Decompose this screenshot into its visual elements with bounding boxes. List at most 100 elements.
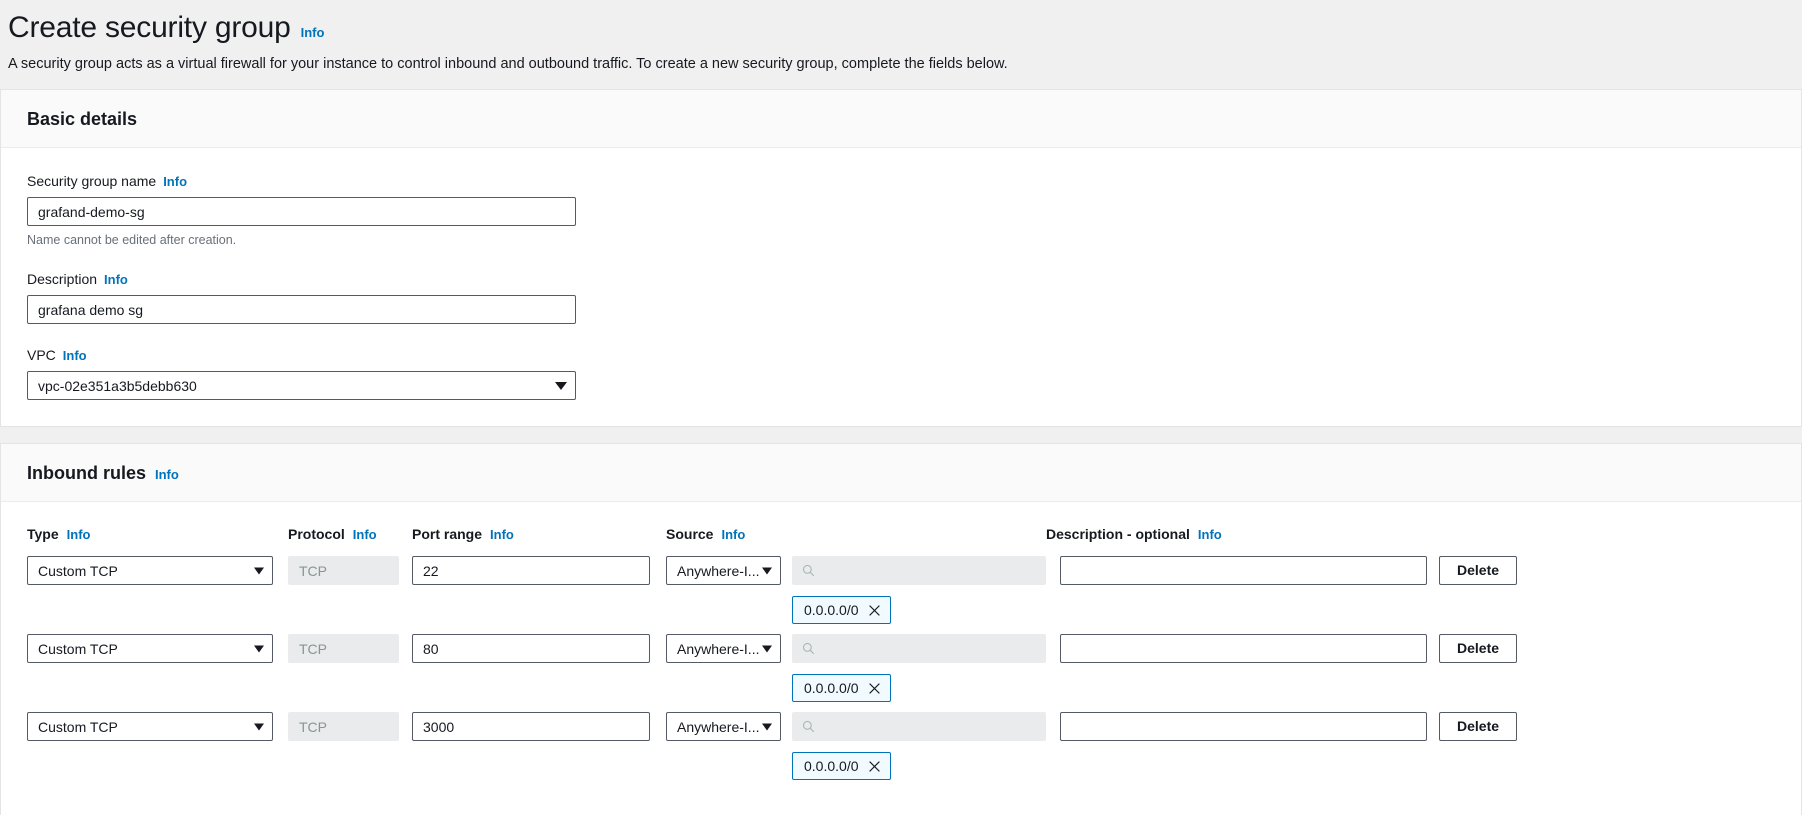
rule-type-select[interactable]: Custom TCP xyxy=(27,556,273,585)
description-label: Description xyxy=(27,271,98,287)
page-title-info-link[interactable]: Info xyxy=(301,25,325,40)
column-header-description: Description - optional Info xyxy=(1046,526,1426,542)
close-icon[interactable] xyxy=(868,760,881,773)
rule-delete-cell: Delete xyxy=(1439,634,1518,663)
vpc-info-link[interactable]: Info xyxy=(63,347,87,365)
column-header-port-range-info-link[interactable]: Info xyxy=(490,527,514,542)
rule-port-input[interactable] xyxy=(412,712,650,741)
rule-type-cell: Custom TCP xyxy=(27,712,273,741)
basic-details-body: Security group name Info Name cannot be … xyxy=(1,148,1801,426)
rule-source-scope-select[interactable]: Anywhere-I... xyxy=(666,634,781,663)
rule-type-value: Custom TCP xyxy=(38,718,118,735)
title-row: Create security group Info xyxy=(8,10,1794,46)
column-header-source-info-link[interactable]: Info xyxy=(721,527,745,542)
description-info-link[interactable]: Info xyxy=(104,271,128,289)
rule-delete-cell: Delete xyxy=(1439,556,1518,585)
inbound-rules-card-inner: Inbound rules Info Type Info Protocol In… xyxy=(0,444,1802,815)
basic-details-header: Basic details xyxy=(1,90,1801,148)
column-header-source-label: Source xyxy=(666,526,714,542)
rule-protocol-value: TCP xyxy=(288,712,399,741)
rules-column-headers: Type Info Protocol Info Port range Info … xyxy=(27,526,1775,556)
rule-source-top: Anywhere-I... xyxy=(666,634,1046,663)
chevron-down-icon xyxy=(762,567,772,574)
rule-port-cell xyxy=(412,634,650,663)
column-header-port-range: Port range Info xyxy=(412,526,666,542)
rule-source-cidr-value: 0.0.0.0/0 xyxy=(804,758,859,774)
rule-type-value: Custom TCP xyxy=(38,562,118,579)
column-header-description-info-link[interactable]: Info xyxy=(1198,527,1222,542)
rule-source-cell: Anywhere-I... 0.0.0.0/0 xyxy=(666,556,1046,624)
rule-type-select[interactable]: Custom TCP xyxy=(27,712,273,741)
column-header-port-range-label: Port range xyxy=(412,526,483,542)
inbound-rules-card: Inbound rules Info Type Info Protocol In… xyxy=(0,443,1802,815)
rule-description-cell xyxy=(1060,556,1427,585)
chevron-down-icon xyxy=(762,723,772,730)
rule-source-scope-select[interactable]: Anywhere-I... xyxy=(666,712,781,741)
security-group-name-info-link[interactable]: Info xyxy=(163,173,187,191)
delete-button[interactable]: Delete xyxy=(1439,556,1518,585)
column-header-type: Type Info xyxy=(27,526,288,542)
chevron-down-icon xyxy=(254,567,264,574)
rule-protocol-cell: TCP xyxy=(288,634,399,663)
rule-description-input[interactable] xyxy=(1060,634,1427,663)
close-icon[interactable] xyxy=(868,604,881,617)
rule-source-scope-select[interactable]: Anywhere-I... xyxy=(666,556,781,585)
rule-source-top: Anywhere-I... xyxy=(666,556,1046,585)
page-header: Create security group Info A security gr… xyxy=(0,0,1802,73)
description-field: Description Info xyxy=(27,270,1775,324)
rule-type-select[interactable]: Custom TCP xyxy=(27,634,273,663)
chevron-down-icon xyxy=(254,645,264,652)
rule-description-input[interactable] xyxy=(1060,556,1427,585)
rule-source-scope-value: Anywhere-I... xyxy=(677,718,760,735)
basic-details-card: Basic details Security group name Info N… xyxy=(0,89,1802,427)
rule-description-cell xyxy=(1060,634,1427,663)
rule-source-search-box[interactable] xyxy=(792,634,1046,663)
column-header-source: Source Info xyxy=(666,526,1046,542)
security-group-name-field: Security group name Info Name cannot be … xyxy=(27,172,1775,248)
create-security-group-page: Create security group Info A security gr… xyxy=(0,0,1802,815)
chevron-down-icon xyxy=(762,645,772,652)
rule-protocol-value: TCP xyxy=(288,634,399,663)
rule-description-cell xyxy=(1060,712,1427,741)
rule-protocol-cell: TCP xyxy=(288,712,399,741)
column-header-type-label: Type xyxy=(27,526,59,542)
chevron-down-icon xyxy=(254,723,264,730)
rule-source-scope-value: Anywhere-I... xyxy=(677,562,760,579)
rule-source-cidr-value: 0.0.0.0/0 xyxy=(804,680,859,696)
inbound-rules-header: Inbound rules Info xyxy=(1,444,1801,502)
inbound-rules-info-link[interactable]: Info xyxy=(155,467,179,482)
rule-source-cidr-token[interactable]: 0.0.0.0/0 xyxy=(792,596,891,624)
vpc-field: VPC Info vpc-02e351a3b5debb630 xyxy=(27,346,1775,400)
rule-port-input[interactable] xyxy=(412,556,650,585)
security-group-name-hint: Name cannot be edited after creation. xyxy=(27,233,237,247)
delete-button[interactable]: Delete xyxy=(1439,712,1518,741)
vpc-select-wrap: vpc-02e351a3b5debb630 xyxy=(27,371,576,400)
rule-source-search-box[interactable] xyxy=(792,556,1046,585)
inbound-rules-body: Type Info Protocol Info Port range Info … xyxy=(1,502,1801,815)
column-header-protocol-label: Protocol xyxy=(288,526,345,542)
rule-description-input[interactable] xyxy=(1060,712,1427,741)
vpc-select[interactable]: vpc-02e351a3b5debb630 xyxy=(27,371,576,400)
column-header-description-label: Description - optional xyxy=(1046,526,1190,542)
close-icon[interactable] xyxy=(868,682,881,695)
vpc-label-row: VPC Info xyxy=(27,346,1775,365)
rule-source-cidr-token[interactable]: 0.0.0.0/0 xyxy=(792,674,891,702)
table-row: Custom TCP TCP Anywhere-I... xyxy=(27,712,1775,780)
description-label-row: Description Info xyxy=(27,270,1775,289)
rule-delete-cell: Delete xyxy=(1439,712,1518,741)
vpc-label: VPC xyxy=(27,347,56,363)
security-group-name-input[interactable] xyxy=(27,197,576,226)
security-group-name-label-row: Security group name Info xyxy=(27,172,1775,191)
column-header-protocol-info-link[interactable]: Info xyxy=(353,527,377,542)
rule-source-cidr-token[interactable]: 0.0.0.0/0 xyxy=(792,752,891,780)
rule-protocol-value: TCP xyxy=(288,556,399,585)
search-icon xyxy=(802,720,815,733)
description-input[interactable] xyxy=(27,295,576,324)
column-header-protocol: Protocol Info xyxy=(288,526,412,542)
rule-port-input[interactable] xyxy=(412,634,650,663)
rule-port-cell xyxy=(412,556,650,585)
delete-button[interactable]: Delete xyxy=(1439,634,1518,663)
rule-port-cell xyxy=(412,712,650,741)
column-header-type-info-link[interactable]: Info xyxy=(67,527,91,542)
rule-source-search-box[interactable] xyxy=(792,712,1046,741)
